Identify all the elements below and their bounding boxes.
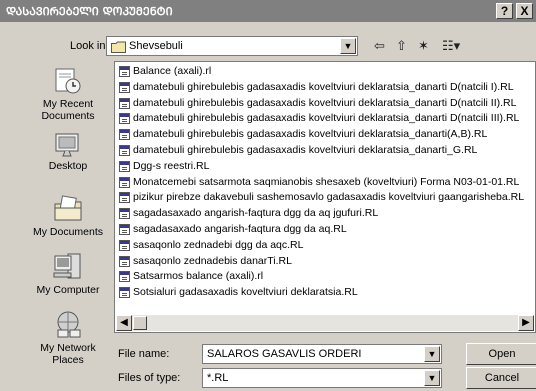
file-list-item[interactable]: damatebuli ghirebulebis gadasaxadis kove… xyxy=(117,96,524,112)
scroll-right-arrow-icon[interactable]: ▶ xyxy=(518,315,534,331)
file-list-item[interactable]: Satsarmos balance (axali).rl xyxy=(117,269,524,285)
place-label: My Recent Documents xyxy=(41,98,95,122)
title-bar[interactable]: ᲓᲐᲡᲐᲕᲘᲠᲔᲑᲔᲚᲘ ᲓᲝᲙᲣᲛᲔᲜᲢᲘ ? X xyxy=(0,0,536,22)
file-list-item[interactable]: damatebuli ghirebulebis gadasaxadis kove… xyxy=(117,80,524,96)
close-button[interactable]: X xyxy=(516,3,533,19)
file-list-item[interactable]: damatebuli ghirebulebis gadasaxadis kove… xyxy=(117,127,524,143)
back-icon[interactable]: ⇦ xyxy=(374,37,385,55)
place-my-computer[interactable]: My Computer xyxy=(26,250,110,296)
open-button[interactable]: Open xyxy=(466,343,536,365)
file-type-value: *.RL xyxy=(207,372,229,384)
my-computer-icon xyxy=(53,253,81,279)
place-label: My Network Places xyxy=(40,342,96,366)
file-name-text: sagadasaxado angarish-faqtura dgg da aq … xyxy=(133,207,379,220)
file-name-text: damatebuli ghirebulebis gadasaxadis kove… xyxy=(133,143,478,156)
scrollbar-thumb[interactable] xyxy=(133,316,147,330)
folder-icon xyxy=(111,41,126,56)
recent-documents-icon xyxy=(55,68,81,94)
file-list-item[interactable]: sagadasaxado angarish-faqtura dgg da aq.… xyxy=(117,222,524,238)
file-list-item[interactable]: sagadasaxado angarish-faqtura dgg da aq … xyxy=(117,206,524,222)
file-name-text: pizikur pirebze dakavebuli sashemosavlo … xyxy=(133,191,525,204)
file-icon xyxy=(119,239,130,251)
chevron-down-icon[interactable]: ▼ xyxy=(424,370,440,386)
file-icon xyxy=(119,160,130,172)
horizontal-scrollbar[interactable]: ◀ ▶ xyxy=(116,315,534,331)
desktop-icon xyxy=(55,133,79,157)
file-icon xyxy=(119,192,130,204)
place-desktop[interactable]: Desktop xyxy=(26,132,110,172)
file-name-text: damatebuli ghirebulebis gadasaxadis kove… xyxy=(133,96,517,109)
place-my-documents[interactable]: My Documents xyxy=(26,194,110,238)
file-name-text: sagadasaxado angarish-faqtura dgg da aq.… xyxy=(133,222,347,235)
file-name-text: Satsarmos balance (axali).rl xyxy=(133,270,264,283)
file-icon xyxy=(119,113,130,125)
file-list-item[interactable]: Monatcemebi satsarmota saqmianobis shesa… xyxy=(117,175,524,191)
file-name-text: damatebuli ghirebulebis gadasaxadis kove… xyxy=(133,112,520,125)
file-name-text: Monatcemebi satsarmota saqmianobis shesa… xyxy=(133,175,520,188)
my-documents-icon xyxy=(54,195,82,221)
place-label: My Documents xyxy=(32,226,104,238)
file-name-text: sasaqonlo zednadebi dgg da aqc.RL xyxy=(133,238,304,251)
scroll-left-arrow-icon[interactable]: ◀ xyxy=(116,315,132,331)
file-icon xyxy=(119,287,130,299)
place-label: Desktop xyxy=(48,160,88,172)
file-list-item[interactable]: Sotsialuri gadasaxadis koveltviuri dekla… xyxy=(117,285,524,301)
file-list-item[interactable]: damatebuli ghirebulebis gadasaxadis kove… xyxy=(117,143,524,159)
place-my-network-places[interactable]: My Network Places xyxy=(26,310,110,366)
network-places-icon xyxy=(57,311,81,338)
file-name-text: Balance (axali).rl xyxy=(133,65,212,77)
help-button[interactable]: ? xyxy=(496,3,513,19)
file-name-value[interactable]: SALAROS GASAVLIS ORDERI xyxy=(207,348,361,360)
file-list-item[interactable]: Dgg-s reestri.RL xyxy=(117,159,524,175)
file-list-item[interactable]: sasaqonlo zednadebi dgg da aqc.RL xyxy=(117,238,524,254)
file-name-text: Sotsialuri gadasaxadis koveltviuri dekla… xyxy=(133,286,358,299)
file-list-item[interactable]: damatebuli ghirebulebis gadasaxadis kove… xyxy=(117,111,524,127)
save-dialog: ᲓᲐᲡᲐᲕᲘᲠᲔᲑᲔᲚᲘ ᲓᲝᲙᲣᲛᲔᲜᲢᲘ ? X Look in: Shev… xyxy=(0,0,536,391)
new-folder-icon[interactable]: ✶ xyxy=(418,37,429,55)
dialog-title: ᲓᲐᲡᲐᲕᲘᲠᲔᲑᲔᲚᲘ ᲓᲝᲙᲣᲛᲔᲜᲢᲘ xyxy=(6,5,173,18)
file-type-select[interactable]: *.RL ▼ xyxy=(202,368,442,388)
file-icon xyxy=(119,81,130,93)
place-my-recent-documents[interactable]: My Recent Documents xyxy=(26,66,110,122)
file-icon xyxy=(119,223,130,235)
file-icon xyxy=(119,66,130,77)
file-icon xyxy=(119,176,130,188)
up-folder-icon[interactable]: ⇧ xyxy=(396,37,407,55)
file-icon xyxy=(119,208,130,220)
file-icon xyxy=(119,97,130,109)
file-name-text: Dgg-s reestri.RL xyxy=(133,159,210,172)
chevron-down-icon[interactable]: ▼ xyxy=(424,346,440,362)
file-name-text: damatebuli ghirebulebis gadasaxadis kove… xyxy=(133,128,488,141)
file-icon xyxy=(119,255,130,267)
look-in-label: Look in: xyxy=(70,40,109,52)
file-icon xyxy=(119,144,130,156)
place-label: My Computer xyxy=(36,284,100,296)
cancel-button[interactable]: Cancel xyxy=(466,367,536,389)
file-name-label: File name: xyxy=(118,348,170,360)
file-list-item[interactable]: pizikur pirebze dakavebuli sashemosavlo … xyxy=(117,190,524,206)
file-icon xyxy=(119,129,130,141)
look-in-value: Shevsebuli xyxy=(129,40,183,52)
look-in-dropdown[interactable]: Shevsebuli ▼ xyxy=(106,36,358,56)
file-name-text: damatebuli ghirebulebis gadasaxadis kove… xyxy=(133,80,514,93)
file-type-label: Files of type: xyxy=(118,372,181,384)
file-name-combo[interactable]: SALAROS GASAVLIS ORDERI ▼ xyxy=(202,344,442,364)
file-list-item[interactable]: sasaqonlo zednadebis danarTi.RL xyxy=(117,254,524,270)
file-icon xyxy=(119,271,130,283)
chevron-down-icon[interactable]: ▼ xyxy=(340,38,356,54)
file-list-item[interactable]: Balance (axali).rl xyxy=(117,64,524,80)
file-name-text: sasaqonlo zednadebis danarTi.RL xyxy=(133,254,292,267)
file-items: Balance (axali).rl damatebuli ghirebulebi… xyxy=(117,64,524,301)
file-list[interactable]: Balance (axali).rl damatebuli ghirebulebi… xyxy=(114,61,536,333)
views-menu-icon[interactable]: ☷▾ xyxy=(442,37,460,55)
